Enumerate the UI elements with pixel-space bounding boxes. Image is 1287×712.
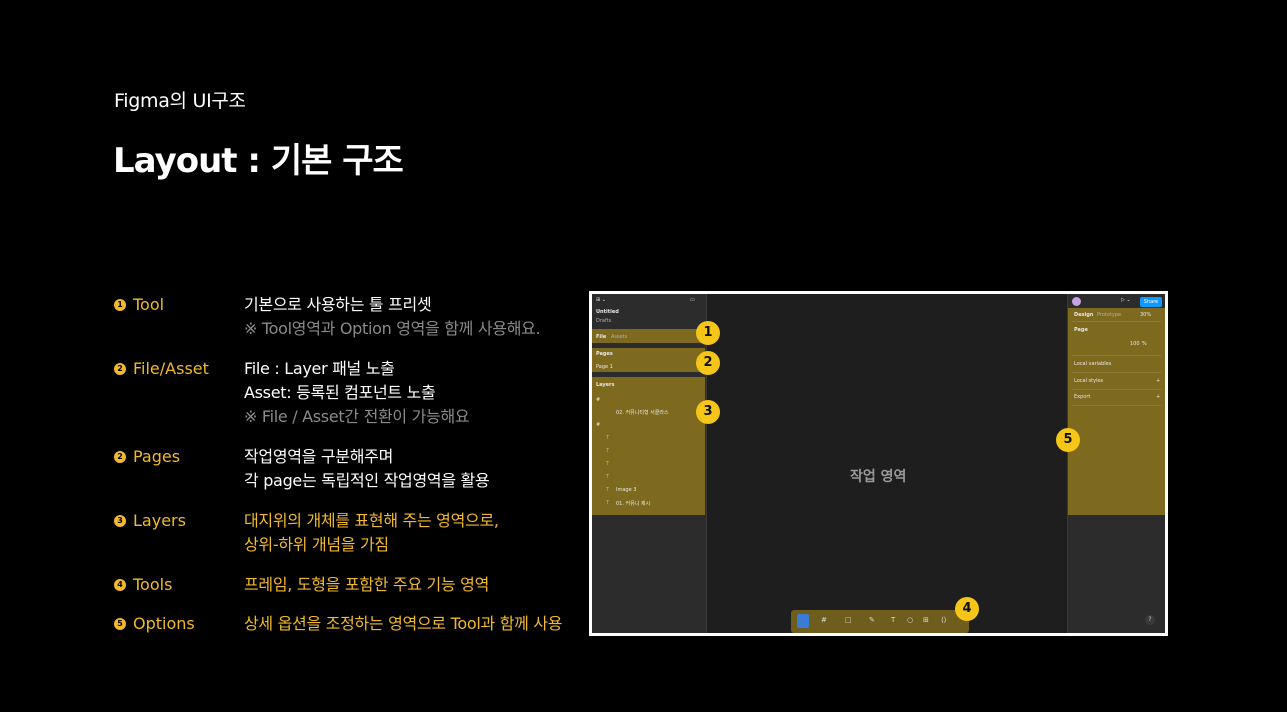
right-panel: ▷ ⌄ Share Design Prototype 30% Page 100 …	[1067, 294, 1165, 633]
legend-desc: 대지위의 개체를 표현해 주는 영역으로,	[244, 511, 499, 530]
legend-desc: 상위-하위 개념을 가짐	[244, 535, 389, 554]
frame-tool-icon[interactable]: #	[821, 616, 827, 624]
legend-desc: Asset: 등록된 컴포넌트 노출	[244, 383, 436, 402]
number-badge: 5	[114, 618, 126, 630]
local-variables[interactable]: Local variables	[1074, 361, 1111, 367]
shape-tool-icon[interactable]: □	[845, 616, 852, 624]
pen-tool-icon[interactable]: ✎	[869, 616, 875, 624]
legend-desc: 작업영역을 구분해주며	[244, 447, 393, 466]
number-badge: 2	[114, 451, 126, 463]
canvas-label: 작업 영역	[850, 469, 907, 485]
layer-item[interactable]: Image 3	[616, 487, 636, 493]
tab-prototype[interactable]: Prototype	[1097, 312, 1121, 318]
local-styles[interactable]: Local styles	[1074, 378, 1103, 384]
file-location: Drafts	[596, 318, 612, 324]
legend-desc: 상세 옵션을 조정하는 영역으로 Tool과 함께 사용	[244, 614, 563, 633]
number-badge: 4	[114, 579, 126, 591]
layer-item[interactable]: #	[596, 422, 600, 428]
legend-item-file-asset: 2 File/Asset File : Layer 패널 노출 Asset: 등록…	[114, 357, 470, 429]
legend-label: File/Asset	[133, 359, 209, 378]
legend-label: Tools	[133, 575, 173, 594]
page-title: Layout : 기본 구조	[113, 141, 404, 181]
dev-mode-icon[interactable]: ⟨⟩	[941, 616, 946, 624]
legend-item-options: 5 Options 상세 옵션을 조정하는 영역으로 Tool과 함께 사용	[114, 612, 562, 636]
callout-badge-4: 4	[955, 597, 979, 621]
bottom-toolbar: # □ ✎ T ○ ⊞ ⟨⟩	[791, 610, 969, 633]
divider	[1072, 405, 1161, 406]
page-opacity-unit: %	[1142, 341, 1147, 347]
share-button[interactable]: Share	[1140, 297, 1162, 307]
tab-design[interactable]: Design	[1074, 312, 1093, 318]
export[interactable]: Export	[1074, 394, 1090, 400]
layer-item[interactable]: T	[606, 487, 609, 493]
legend-item-pages: 2 Pages 작업영역을 구분해주며 각 page는 독립적인 작업영역을 활용	[114, 445, 490, 493]
callout-badge-1: 1	[696, 321, 720, 345]
number-badge: 1	[114, 299, 126, 311]
layer-item[interactable]: T	[606, 461, 609, 467]
play-icon[interactable]: ▷ ⌄	[1121, 297, 1131, 303]
tab-file[interactable]: File	[596, 334, 606, 340]
callout-badge-3: 3	[696, 400, 720, 424]
highlight-file-asset	[592, 329, 705, 343]
page-section-label: Page	[1074, 327, 1088, 333]
legend-label: Options	[133, 614, 195, 633]
legend-label: Tool	[133, 295, 165, 314]
legend-label: Layers	[133, 511, 186, 530]
zoom-level[interactable]: 30%	[1140, 312, 1151, 318]
number-badge: 2	[114, 363, 126, 375]
legend-item-tools: 4 Tools 프레임, 도형을 포함한 주요 기능 영역	[114, 573, 489, 597]
tab-assets[interactable]: Assets	[611, 334, 627, 340]
move-tool-icon[interactable]	[797, 614, 809, 628]
page-subtitle: Figma의 UI구조	[114, 90, 246, 112]
callout-badge-5: 5	[1056, 428, 1080, 452]
components-icon[interactable]: ⊞	[923, 616, 929, 624]
layer-item[interactable]: T	[606, 448, 609, 454]
layer-item[interactable]: #	[596, 397, 600, 403]
layer-item[interactable]: 02. 커뮤니티형 서클라스	[616, 409, 669, 416]
layer-item[interactable]: T	[606, 474, 609, 480]
text-tool-icon[interactable]: T	[891, 616, 895, 624]
comment-tool-icon[interactable]: ○	[907, 616, 913, 624]
divider	[1072, 372, 1161, 373]
avatar[interactable]	[1072, 297, 1081, 306]
layer-item[interactable]: T	[606, 500, 609, 506]
highlight-options	[1068, 308, 1165, 515]
divider	[1072, 389, 1161, 390]
legend-desc: 프레임, 도형을 포함한 주요 기능 영역	[244, 575, 490, 594]
page-opacity[interactable]: 100	[1130, 341, 1140, 347]
add-icon[interactable]: +	[1156, 378, 1160, 384]
figma-screenshot: ⊞ ⌄ ▭ Untitled Drafts File Assets Pages …	[589, 291, 1168, 636]
legend-label: Pages	[133, 447, 181, 466]
legend-desc: File : Layer 패널 노출	[244, 359, 395, 378]
layer-item[interactable]: 01. 커뮤니 제시	[616, 500, 650, 507]
panel-toggle-icon: ▭	[690, 297, 695, 303]
divider	[1072, 321, 1161, 322]
figma-logo-icon: ⊞ ⌄	[596, 297, 606, 303]
layers-heading: Layers	[596, 382, 615, 388]
legend-item-tool: 1 Tool 기본으로 사용하는 툴 프리셋 ※ Tool영역과 Option 영…	[114, 293, 541, 341]
number-badge: 3	[114, 515, 126, 527]
layer-item[interactable]: T	[606, 435, 609, 441]
page-item[interactable]: Page 1	[596, 364, 613, 370]
callout-badge-2: 2	[696, 351, 720, 375]
highlight-layers	[592, 377, 705, 515]
legend-desc: 기본으로 사용하는 툴 프리셋	[244, 295, 432, 314]
legend-desc: 각 page는 독립적인 작업영역을 활용	[244, 471, 490, 490]
add-icon[interactable]: +	[1156, 394, 1160, 400]
legend-note: ※ Tool영역과 Option 영역을 함께 사용해요.	[244, 319, 541, 338]
legend-item-layers: 3 Layers 대지위의 개체를 표현해 주는 영역으로, 상위-하위 개념을 …	[114, 509, 499, 557]
legend-note: ※ File / Asset간 전환이 가능해요	[244, 407, 470, 426]
pages-heading: Pages	[596, 351, 613, 357]
left-panel: ⊞ ⌄ ▭ Untitled Drafts File Assets Pages …	[592, 294, 707, 633]
divider	[1072, 355, 1161, 356]
file-name: Untitled	[596, 309, 619, 315]
help-button[interactable]: ?	[1145, 615, 1155, 625]
